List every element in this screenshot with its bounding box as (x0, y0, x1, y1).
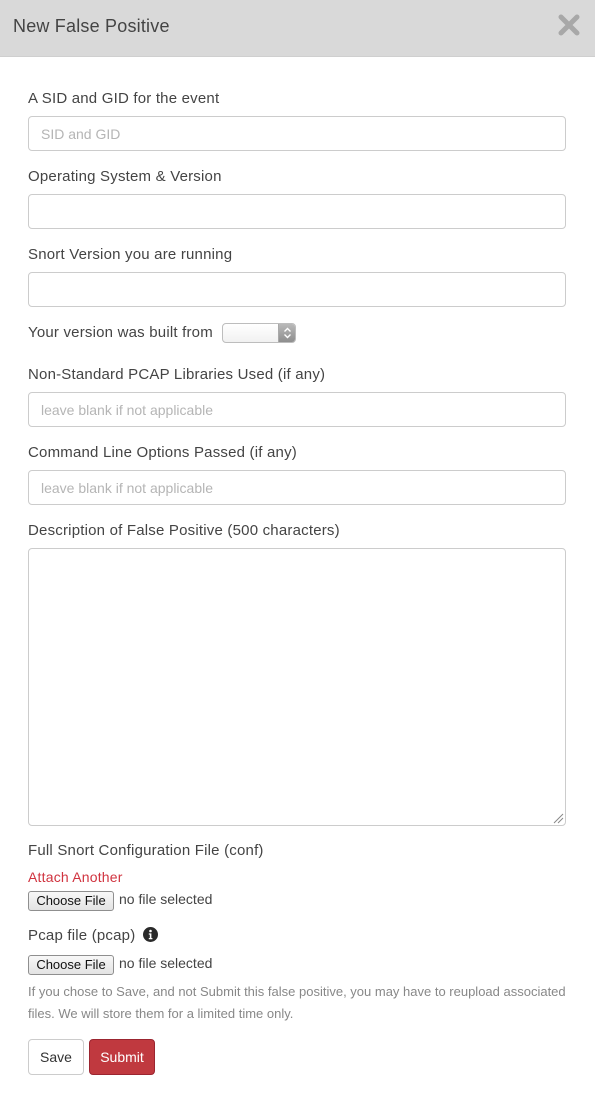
os-version-label: Operating System & Version (28, 168, 222, 185)
config-choose-file-button[interactable]: Choose File (28, 891, 114, 911)
snort-version-label: Snort Version you are running (28, 246, 233, 263)
attach-another-link[interactable]: Attach Another (28, 869, 123, 885)
sid-gid-input[interactable] (28, 116, 566, 151)
pcap-file-status: no file selected (119, 955, 213, 971)
close-icon (558, 14, 580, 36)
save-button[interactable]: Save (28, 1039, 84, 1075)
pcap-choose-file-button[interactable]: Choose File (28, 955, 114, 975)
modal-title: New False Positive (13, 16, 170, 36)
built-from-select[interactable] (222, 323, 296, 343)
submit-button[interactable]: Submit (89, 1039, 155, 1075)
os-version-input[interactable] (28, 194, 566, 229)
close-button[interactable] (557, 12, 581, 38)
config-file-label: Full Snort Configuration File (conf) (28, 842, 264, 859)
command-line-label: Command Line Options Passed (if any) (28, 444, 297, 461)
sid-gid-label: A SID and GID for the event (28, 90, 220, 107)
pcap-libraries-input[interactable] (28, 392, 566, 427)
pcap-libraries-label: Non-Standard PCAP Libraries Used (if any… (28, 366, 326, 383)
resize-grip-icon[interactable] (552, 812, 564, 824)
modal-header: New False Positive (0, 0, 595, 57)
reupload-help-text: If you chose to Save, and not Submit thi… (28, 984, 566, 1021)
description-textarea[interactable] (28, 548, 566, 826)
built-from-label: Your version was built from (28, 324, 213, 341)
snort-version-input[interactable] (28, 272, 566, 307)
pcap-file-label: Pcap file (pcap) (28, 927, 136, 944)
chevron-up-down-icon (278, 324, 295, 342)
info-icon[interactable] (143, 927, 158, 942)
config-file-status: no file selected (119, 891, 213, 907)
description-label: Description of False Positive (500 chara… (28, 522, 340, 539)
command-line-input[interactable] (28, 470, 566, 505)
